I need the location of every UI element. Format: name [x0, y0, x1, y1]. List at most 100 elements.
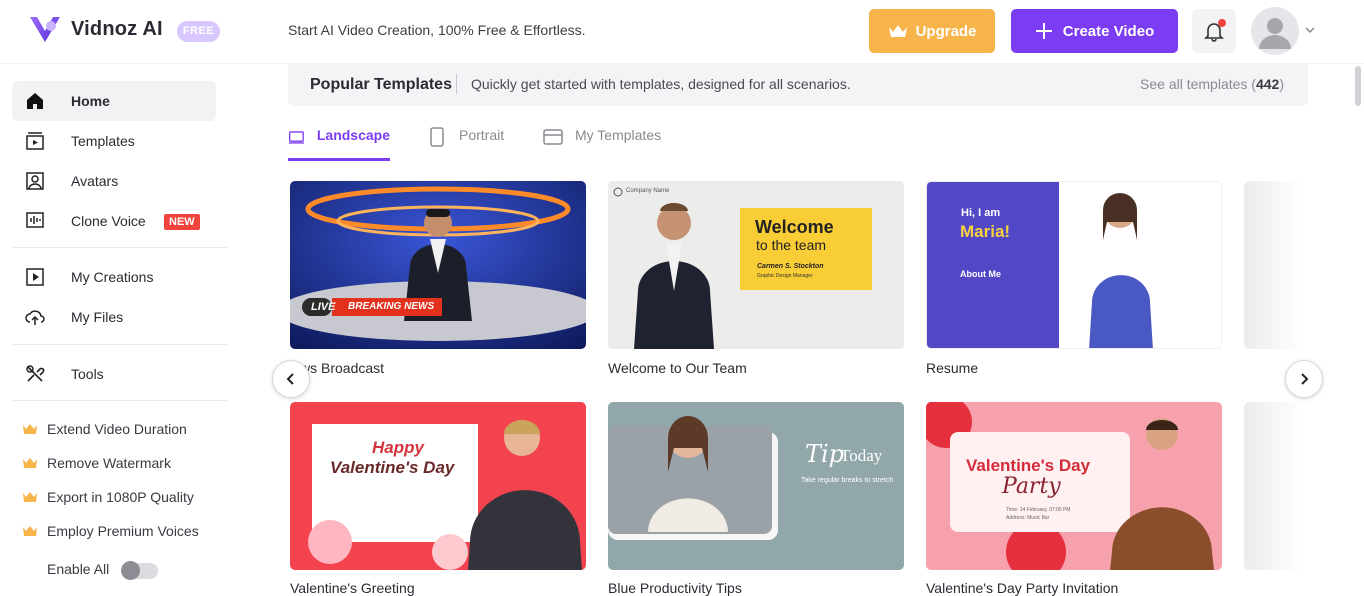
- sidebar-item-label: Tools: [71, 366, 104, 382]
- sidebar-divider: [12, 344, 228, 345]
- perk-label: Extend Video Duration: [47, 421, 187, 437]
- tab-label: My Templates: [575, 127, 662, 143]
- upgrade-label: Upgrade: [915, 22, 977, 40]
- template-card-productivity-tips[interactable]: Tip Today Take regular breaks to stretch: [608, 402, 904, 570]
- tab-my-templates[interactable]: My Templates: [543, 127, 661, 161]
- perk-premium-voices[interactable]: Employ Premium Voices: [22, 521, 199, 541]
- sidebar-item-templates[interactable]: Templates: [12, 121, 216, 161]
- sidebar-item-label: Clone Voice: [71, 213, 146, 229]
- sidebar-item-my-files[interactable]: My Files: [12, 297, 216, 337]
- tagline: Start AI Video Creation, 100% Free & Eff…: [288, 22, 586, 38]
- new-badge: NEW: [164, 214, 200, 230]
- sidebar-item-label: Home: [71, 93, 110, 109]
- sidebar-divider: [12, 247, 228, 248]
- section-title: Popular Templates: [310, 76, 452, 93]
- plan-badge: FREE: [177, 21, 220, 42]
- template-title[interactable]: Valentine's Greeting: [290, 580, 415, 596]
- valentines-party-thumbnail: [926, 402, 1222, 570]
- template-card-partial[interactable]: [1244, 181, 1304, 349]
- play-box-icon: [26, 268, 44, 286]
- toggle-knob: [121, 561, 140, 580]
- voice-wave-icon: [26, 212, 44, 228]
- upgrade-button[interactable]: Upgrade: [869, 9, 995, 53]
- perk-remove-watermark[interactable]: Remove Watermark: [22, 453, 171, 473]
- sidebar-item-clone-voice[interactable]: Clone Voice NEW: [12, 201, 216, 241]
- sidebar-divider: [12, 400, 228, 401]
- sidebar-item-label: My Files: [71, 309, 124, 325]
- sidebar-item-my-creations[interactable]: My Creations: [12, 257, 216, 297]
- crown-icon: [23, 526, 37, 536]
- carousel-prev-button[interactable]: [272, 360, 310, 398]
- create-video-button[interactable]: Create Video: [1011, 9, 1178, 53]
- resume-greeting: Hi, I am: [961, 207, 1001, 219]
- see-all-prefix: See all templates (: [1140, 76, 1256, 92]
- live-label: LIVE: [311, 301, 336, 313]
- perk-extend-duration[interactable]: Extend Video Duration: [22, 419, 187, 439]
- welcome-heading: Welcome: [755, 217, 834, 237]
- top-header: Vidnoz AI FREE Start AI Video Creation, …: [0, 0, 1364, 64]
- home-icon: [27, 93, 43, 109]
- template-card-news-broadcast[interactable]: LIVE BREAKING NEWS: [290, 181, 586, 349]
- resume-about: About Me: [960, 269, 1001, 279]
- user-silhouette-icon: [1259, 18, 1291, 49]
- crown-icon: [23, 424, 37, 434]
- tab-label: Portrait: [459, 127, 505, 143]
- today-word: Today: [840, 446, 883, 465]
- tab-landscape[interactable]: Landscape: [288, 127, 390, 161]
- party-time: Time: 14 February, 07:00 PM: [1006, 507, 1071, 513]
- carousel-next-button[interactable]: [1285, 360, 1323, 398]
- perk-label: Employ Premium Voices: [47, 523, 199, 539]
- template-count: 442: [1255, 76, 1280, 92]
- title-separator: [456, 74, 457, 94]
- chevron-down-icon[interactable]: [1304, 24, 1316, 36]
- my-templates-icon: [543, 129, 563, 145]
- brand-name: Vidnoz AI: [71, 17, 163, 40]
- avatar-icon: [26, 172, 44, 190]
- notifications-button[interactable]: [1192, 9, 1236, 53]
- template-card-valentines-greeting[interactable]: Happy Valentine's Day: [290, 402, 586, 570]
- template-card-resume[interactable]: Hi, I am Maria! About Me: [926, 181, 1222, 349]
- template-title[interactable]: Welcome to Our Team: [608, 360, 747, 376]
- enable-all-toggle[interactable]: [121, 561, 158, 580]
- productivity-tips-thumbnail: [608, 402, 904, 570]
- see-all-templates-link[interactable]: See all templates (442): [1140, 76, 1284, 92]
- template-title[interactable]: Blue Productivity Tips: [608, 580, 742, 596]
- vidnoz-logo-icon: [30, 17, 60, 42]
- sidebar-item-tools[interactable]: Tools: [12, 354, 216, 394]
- tab-portrait[interactable]: Portrait: [427, 127, 504, 161]
- resume-name: Maria!: [960, 222, 1011, 241]
- enable-all-label: Enable All: [47, 561, 110, 577]
- plus-icon: [1035, 23, 1052, 39]
- notification-dot: [1218, 19, 1226, 27]
- sidebar: Home Templates Avatars Clone Voice NEW M…: [0, 64, 240, 596]
- user-avatar[interactable]: [1251, 7, 1299, 55]
- breaking-news-label: BREAKING NEWS: [348, 301, 435, 312]
- template-title[interactable]: Resume: [926, 360, 978, 376]
- sidebar-item-avatars[interactable]: Avatars: [12, 161, 216, 201]
- party-heading: Valentine's Day: [966, 456, 1091, 475]
- sidebar-item-home[interactable]: Home: [12, 81, 216, 121]
- welcome-person-name: Carmen S. Stockton: [757, 263, 824, 270]
- cloud-upload-icon: [25, 310, 45, 325]
- template-title[interactable]: Valentine's Day Party Invitation: [926, 580, 1118, 596]
- party-subheading: Party: [1002, 474, 1061, 499]
- valentines-greeting-thumbnail: [290, 402, 586, 570]
- portrait-icon: [430, 127, 444, 147]
- template-title[interactable]: ws Broadcast: [300, 360, 384, 376]
- perk-export-1080p[interactable]: Export in 1080P Quality: [22, 487, 194, 507]
- crown-icon: [23, 492, 37, 502]
- create-video-label: Create Video: [1062, 22, 1155, 40]
- sidebar-item-label: My Creations: [71, 269, 154, 285]
- page-scrollbar[interactable]: [1355, 66, 1361, 106]
- template-card-welcome-team[interactable]: Company Name Welcome to the team Carmen …: [608, 181, 904, 349]
- tab-label: Landscape: [316, 127, 390, 143]
- see-all-suffix: ): [1279, 76, 1284, 92]
- sidebar-item-label: Templates: [71, 133, 135, 149]
- vidnoz-logo[interactable]: Vidnoz AI: [28, 12, 163, 46]
- template-card-partial[interactable]: [1244, 402, 1304, 570]
- template-card-valentines-party[interactable]: Valentine's Day Party Time: 14 February,…: [926, 402, 1222, 570]
- crown-icon: [23, 458, 37, 468]
- popular-templates-bar: Popular Templates Quickly get started wi…: [288, 64, 1308, 106]
- perk-label: Remove Watermark: [47, 455, 171, 471]
- sidebar-item-label: Avatars: [71, 173, 119, 189]
